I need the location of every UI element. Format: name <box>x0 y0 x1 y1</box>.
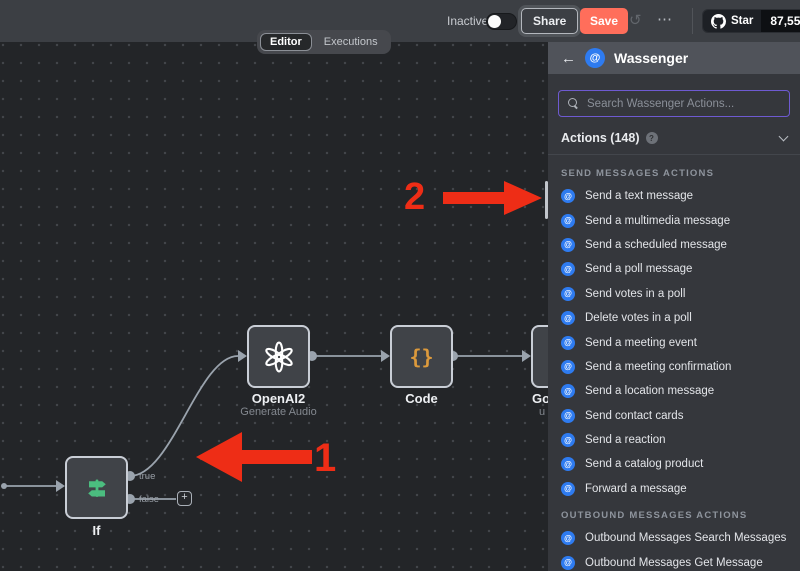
add-node-button[interactable]: + <box>177 491 192 506</box>
action-send-multimedia-message[interactable]: @ Send a multimedia message <box>548 208 800 232</box>
view-tabs: Editor Executions <box>257 30 391 54</box>
if-true-port-label: true <box>139 471 155 482</box>
actions-header-row: Actions (148) ? <box>548 131 800 145</box>
github-star-label: Star <box>731 15 753 27</box>
action-send-meeting-confirmation[interactable]: @ Send a meeting confirmation <box>548 355 800 379</box>
undo-icon[interactable]: ↺ <box>629 11 642 29</box>
tab-executions[interactable]: Executions <box>314 33 388 51</box>
node-openai2-subtitle: Generate Audio <box>227 406 330 418</box>
github-star-section: Star <box>703 10 761 32</box>
action-send-location-message[interactable]: @ Send a location message <box>548 379 800 403</box>
wassenger-action-icon: @ <box>561 384 575 398</box>
if-false-port-label: false <box>139 494 159 505</box>
openai-input-port[interactable] <box>238 350 247 362</box>
node-if-title: If <box>65 523 128 538</box>
wassenger-action-icon: @ <box>561 531 575 545</box>
node-code[interactable]: {} <box>390 325 453 388</box>
next-node-input-port[interactable] <box>522 350 531 362</box>
wassenger-action-icon: @ <box>561 189 575 203</box>
section-send-messages: SEND MESSAGES ACTIONS <box>548 155 800 184</box>
wassenger-action-icon: @ <box>561 457 575 471</box>
action-send-text-message[interactable]: @ Send a text message <box>548 184 800 208</box>
wassenger-action-icon: @ <box>561 482 575 496</box>
annotation-label-1: 1 <box>314 436 336 481</box>
tab-editor[interactable]: Editor <box>260 33 312 51</box>
wassenger-action-icon: @ <box>561 360 575 374</box>
code-braces-icon: {} <box>409 345 433 369</box>
share-button[interactable]: Share <box>521 8 578 34</box>
action-outbound-get-message[interactable]: @ Outbound Messages Get Message <box>548 550 800 571</box>
action-send-votes-in-poll[interactable]: @ Send votes in a poll <box>548 282 800 306</box>
node-openai2-title: OpenAI2 <box>247 391 310 406</box>
wassenger-action-icon: @ <box>561 262 575 276</box>
node-if[interactable] <box>65 456 128 519</box>
active-toggle[interactable] <box>486 13 517 30</box>
wassenger-action-icon: @ <box>561 311 575 325</box>
code-input-port[interactable] <box>381 350 390 362</box>
more-options-icon[interactable]: ⋯ <box>657 10 673 28</box>
panel-title: Wassenger <box>614 50 688 66</box>
wassenger-action-icon: @ <box>561 336 575 350</box>
action-send-meeting-event[interactable]: @ Send a meeting event <box>548 330 800 354</box>
wassenger-action-icon: @ <box>561 238 575 252</box>
signpost-icon <box>82 473 112 503</box>
help-icon[interactable]: ? <box>646 132 658 144</box>
wassenger-logo-icon: @ <box>585 48 605 68</box>
if-input-port[interactable] <box>56 480 65 492</box>
annotation-label-2: 2 <box>404 176 425 219</box>
wassenger-action-icon: @ <box>561 214 575 228</box>
github-octocat-icon <box>711 14 726 29</box>
github-star-count: 87,557 <box>761 10 800 32</box>
save-button[interactable]: Save <box>580 8 628 34</box>
wassenger-action-icon: @ <box>561 433 575 447</box>
n8n-workflow-editor: If true false + OpenAI2 Generate Audio {… <box>0 0 800 571</box>
wassenger-actions-panel: ← @ Wassenger Actions (148) ? SEND MESSA… <box>548 42 800 571</box>
action-send-contact-cards[interactable]: @ Send contact cards <box>548 404 800 428</box>
github-star-badge[interactable]: Star 87,557 <box>702 9 800 33</box>
search-input[interactable] <box>587 98 780 110</box>
section-outbound-messages: OUTBOUND MESSAGES ACTIONS <box>548 501 800 526</box>
workflow-canvas[interactable]: If true false + OpenAI2 Generate Audio {… <box>0 42 548 571</box>
actions-count-label: Actions (148) <box>561 131 640 145</box>
action-outbound-search-messages[interactable]: @ Outbound Messages Search Messages <box>548 526 800 550</box>
edge-endpoint-dot <box>1 483 7 489</box>
action-send-scheduled-message[interactable]: @ Send a scheduled message <box>548 233 800 257</box>
actions-search-box <box>558 90 790 117</box>
chevron-down-icon[interactable] <box>779 131 789 141</box>
action-forward-a-message[interactable]: @ Forward a message <box>548 477 800 501</box>
topbar-divider <box>692 8 693 34</box>
wassenger-action-icon: @ <box>561 409 575 423</box>
wassenger-action-icon: @ <box>561 556 575 570</box>
workflow-status-label: Inactive <box>447 14 488 28</box>
action-send-poll-message[interactable]: @ Send a poll message <box>548 257 800 281</box>
panel-scrollbar[interactable] <box>545 181 548 219</box>
panel-header: ← @ Wassenger <box>548 42 800 74</box>
node-openai2[interactable] <box>247 325 310 388</box>
wassenger-action-icon: @ <box>561 287 575 301</box>
node-code-title: Code <box>390 391 453 406</box>
action-send-catalog-product[interactable]: @ Send a catalog product <box>548 452 800 476</box>
openai-logo-icon <box>263 341 295 373</box>
top-bar: Inactive Share Save ↺ ⋯ Star 87,557 <box>0 0 800 42</box>
action-send-reaction[interactable]: @ Send a reaction <box>548 428 800 452</box>
toggle-knob <box>488 15 501 28</box>
back-icon[interactable]: ← <box>561 51 576 66</box>
search-icon <box>568 98 579 109</box>
action-delete-votes-in-poll[interactable]: @ Delete votes in a poll <box>548 306 800 330</box>
